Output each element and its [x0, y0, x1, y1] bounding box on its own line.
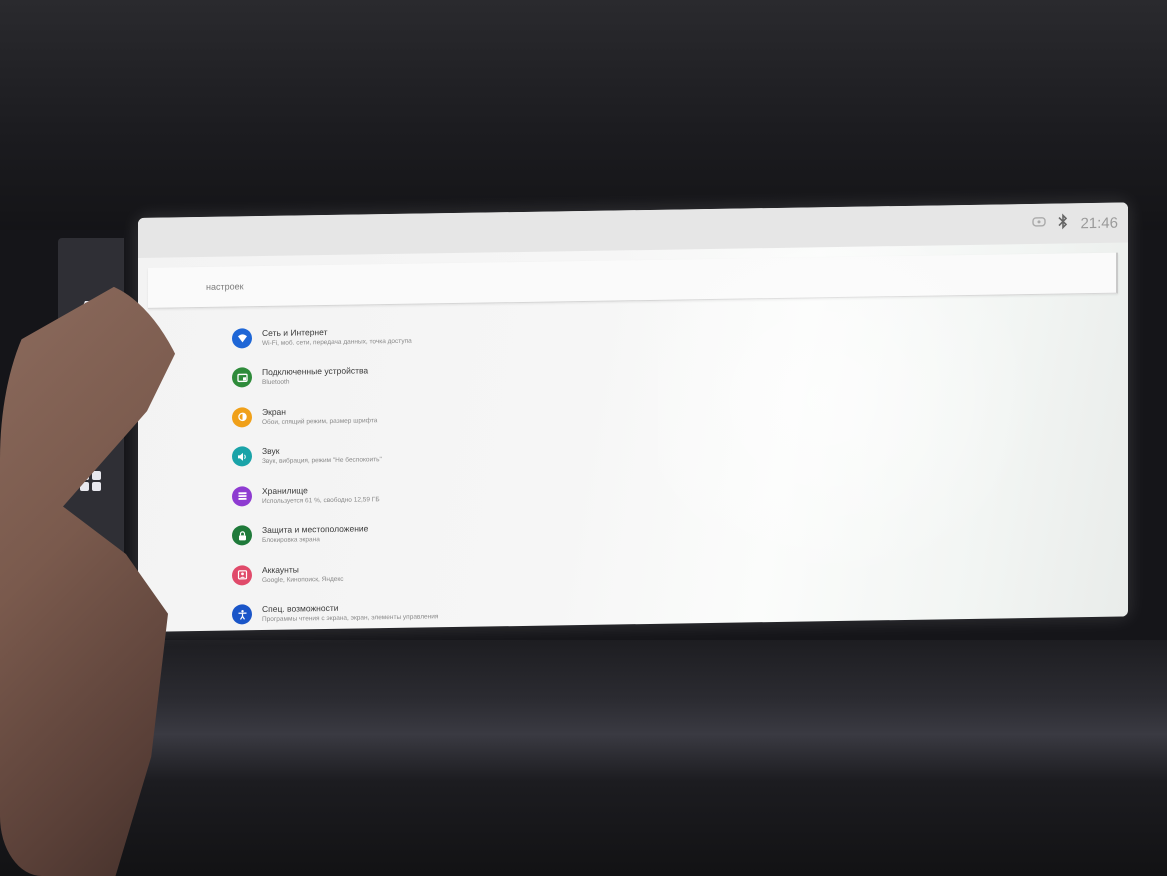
- dashboard-top: [0, 0, 1167, 230]
- settings-item-subtitle: Обои, спящий режим, размер шрифта: [262, 416, 378, 426]
- settings-item-subtitle: Звук, вибрация, режим "Не беспокоить": [262, 456, 382, 466]
- bluetooth-icon: [1056, 213, 1070, 233]
- accessibility-icon: [232, 604, 252, 625]
- wifi-icon: [232, 327, 252, 349]
- settings-item-6[interactable]: Аккаунты Google, Кинопоиск, Яндекс: [232, 552, 438, 595]
- settings-list: Сеть и Интернет Wi-Fi, моб. сети, передач…: [232, 315, 438, 632]
- settings-item-5[interactable]: Защита и местоположение Блокировка экрана: [232, 513, 438, 556]
- lock-icon: [232, 525, 252, 546]
- dashboard-bottom: [0, 640, 1167, 876]
- settings-item-subtitle: Блокировка экрана: [262, 536, 320, 545]
- settings-item-subtitle: Google, Кинопоиск, Яндекс: [262, 575, 344, 584]
- settings-item-subtitle: Wi-Fi, моб. сети, передача данных, точка…: [262, 337, 412, 347]
- devices-icon: [232, 367, 252, 388]
- settings-item-subtitle: Bluetooth: [262, 378, 290, 387]
- settings-item-1[interactable]: Подключенные устройства Bluetooth: [232, 355, 438, 398]
- settings-item-2[interactable]: Экран Обои, спящий режим, размер шрифта: [232, 394, 438, 437]
- settings-item-4[interactable]: Хранилище Используется 61 %, свободно 12,…: [232, 473, 438, 516]
- settings-item-subtitle: Программы чтения с экрана, экран, элемен…: [262, 613, 439, 624]
- settings-item-0[interactable]: Сеть и Интернет Wi-Fi, моб. сети, передач…: [232, 315, 438, 358]
- account-icon: [232, 564, 252, 586]
- settings-item-7[interactable]: Спец. возможности Программы чтения с экра…: [232, 592, 438, 632]
- clock: 21:46: [1080, 214, 1118, 232]
- settings-screen: 21:46 настроек Сеть и Интернет Wi-Fi, моб…: [138, 202, 1128, 633]
- settings-item-subtitle: Используется 61 %, свободно 12,59 ГБ: [262, 495, 380, 505]
- wifi-off-icon: [1032, 214, 1047, 234]
- storage-icon: [232, 485, 252, 507]
- brightness-icon: [232, 406, 252, 428]
- settings-search-field[interactable]: настроек: [148, 252, 1118, 309]
- settings-item-3[interactable]: Звук Звук, вибрация, режим "Не беспокоить…: [232, 434, 438, 477]
- screen-glare: [658, 243, 1078, 630]
- search-placeholder: настроек: [206, 281, 244, 292]
- volume-icon: [232, 446, 252, 467]
